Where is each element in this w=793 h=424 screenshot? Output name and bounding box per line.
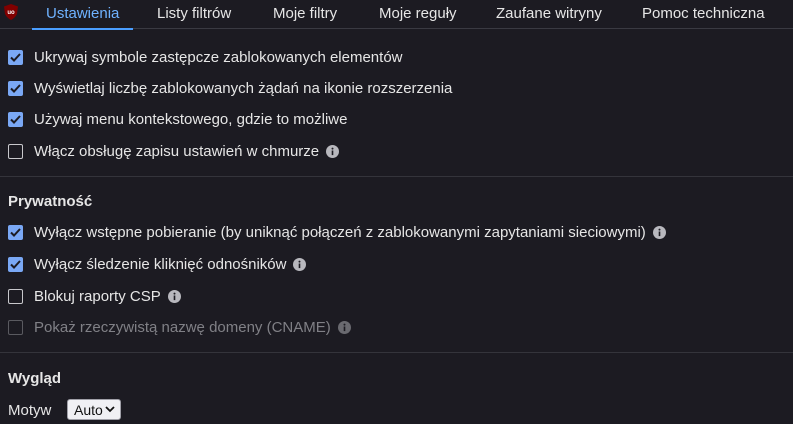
- checkbox-unchecked[interactable]: [8, 143, 23, 159]
- theme-row: Motyw: [8, 399, 51, 421]
- option-label: Włącz obsługę zapisu ustawień w chmurze: [34, 142, 320, 160]
- info-circle-icon[interactable]: [293, 257, 307, 271]
- theme-select[interactable]: Auto: [67, 399, 121, 420]
- section-title-appearance: Wygląd: [8, 370, 62, 387]
- checkbox-unchecked[interactable]: [8, 288, 23, 304]
- info-circle-icon[interactable]: [652, 225, 666, 239]
- option-label: Wyłącz śledzenie kliknięć odnośników: [34, 255, 287, 273]
- info-circle-icon[interactable]: [167, 289, 181, 303]
- option-label: Używaj menu kontekstowego, gdzie to możl…: [34, 110, 348, 128]
- section-divider: [0, 176, 793, 177]
- option-hide-placeholders[interactable]: Ukrywaj symbole zastępcze zablokowanych …: [8, 46, 403, 68]
- info-circle-icon[interactable]: [337, 320, 351, 334]
- option-label: Wyłącz wstępne pobieranie (by uniknąć po…: [34, 223, 646, 241]
- option-label: Pokaż rzeczywistą nazwę domeny (CNAME): [34, 318, 331, 336]
- option-disable-prefetch[interactable]: Wyłącz wstępne pobieranie (by uniknąć po…: [8, 221, 666, 243]
- section-title-privacy: Prywatność: [8, 193, 93, 210]
- checkbox-checked[interactable]: [8, 256, 23, 272]
- tab-my-rules[interactable]: Moje reguły: [379, 0, 457, 29]
- chevron-down-icon: [105, 406, 115, 413]
- info-circle-icon[interactable]: [326, 144, 340, 158]
- option-cloud-storage[interactable]: Włącz obsługę zapisu ustawień w chmurze: [8, 140, 340, 162]
- svg-text:uo: uo: [7, 10, 15, 16]
- checkbox-checked[interactable]: [8, 80, 23, 96]
- theme-select-value: Auto: [74, 401, 103, 418]
- option-context-menu[interactable]: Używaj menu kontekstowego, gdzie to możl…: [8, 108, 347, 130]
- option-label: Wyświetlaj liczbę zablokowanych żądań na…: [34, 79, 453, 97]
- theme-label: Motyw: [8, 401, 52, 419]
- tab-trusted-sites[interactable]: Zaufane witryny: [496, 0, 602, 29]
- checkbox-disabled: [8, 319, 23, 335]
- checkbox-checked[interactable]: [8, 49, 23, 65]
- option-label: Ukrywaj symbole zastępcze zablokowanych …: [34, 48, 403, 66]
- tab-support[interactable]: Pomoc techniczna: [642, 0, 765, 29]
- tab-filter-lists[interactable]: Listy filtrów: [157, 0, 231, 29]
- tab-settings[interactable]: Ustawienia: [31, 0, 134, 30]
- option-block-csp-reports[interactable]: Blokuj raporty CSP: [8, 285, 181, 307]
- section-divider: [0, 352, 793, 353]
- option-icon-badge[interactable]: Wyświetlaj liczbę zablokowanych żądań na…: [8, 77, 452, 99]
- option-disable-hyperlink-auditing[interactable]: Wyłącz śledzenie kliknięć odnośników: [8, 253, 307, 275]
- ublock-shield-icon[interactable]: uo: [4, 4, 18, 20]
- checkbox-checked[interactable]: [8, 224, 23, 240]
- option-uncloak-cname: Pokaż rzeczywistą nazwę domeny (CNAME): [8, 316, 351, 338]
- checkbox-checked[interactable]: [8, 111, 23, 127]
- option-label: Blokuj raporty CSP: [34, 287, 161, 305]
- tab-bar: uo Ustawienia Listy filtrów Moje filtry …: [0, 0, 793, 30]
- tab-my-filters[interactable]: Moje filtry: [273, 0, 337, 29]
